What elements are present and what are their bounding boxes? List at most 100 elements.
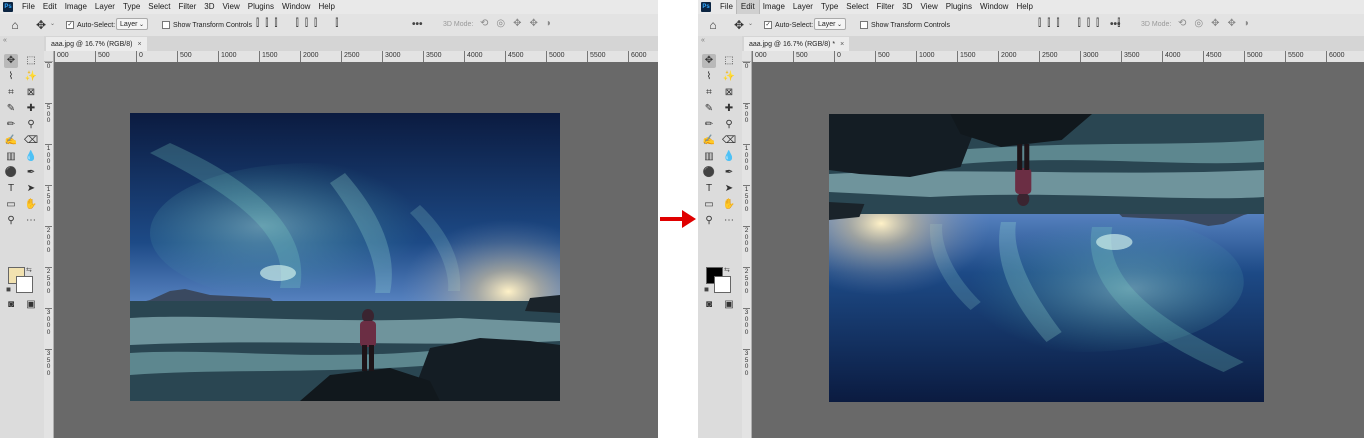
hand-icon[interactable]: ✋ <box>24 198 38 212</box>
crop-icon[interactable]: ⌗ <box>4 86 18 100</box>
move-tool-icon[interactable]: ✥ <box>732 18 746 32</box>
document-tab[interactable]: aaa.jpg @ 16.7% (RGB/8) × <box>46 37 147 51</box>
vertical-ruler[interactable]: 0 500 1000 1500 2000 2500 3000 3500 <box>742 62 752 438</box>
background-color-swatch[interactable] <box>16 276 33 293</box>
gradient-icon[interactable]: ▥ <box>4 150 18 164</box>
screen-mode-icon[interactable]: ▣ <box>24 298 38 312</box>
marquee-icon[interactable]: ⬚ <box>24 54 38 68</box>
toolbox-grip-icon[interactable]: « <box>3 37 7 44</box>
more-options-button[interactable]: ••• <box>412 19 423 30</box>
layer-select-dropdown[interactable]: Layer ⌄ <box>116 18 148 30</box>
close-icon[interactable]: × <box>137 41 141 48</box>
brush-icon[interactable]: ✏ <box>702 118 716 132</box>
clone-stamp-icon[interactable]: ⚲ <box>24 118 38 132</box>
menu-filter[interactable]: Filter <box>873 0 899 14</box>
3d-pan-icon[interactable]: ✥ <box>1211 18 1219 29</box>
quick-mask-icon[interactable]: ◙ <box>702 298 716 312</box>
pen-icon[interactable]: ✒ <box>722 166 736 180</box>
path-select-icon[interactable]: ➤ <box>24 182 38 196</box>
distribute-icon[interactable]: ⫿ <box>335 18 338 29</box>
frame-icon[interactable]: ⊠ <box>722 86 736 100</box>
align-middle-icon[interactable]: ⫿ <box>305 18 308 29</box>
magic-wand-icon[interactable]: ✨ <box>24 70 38 84</box>
aurora-photo-rotated[interactable] <box>829 114 1264 402</box>
history-brush-icon[interactable]: ✍ <box>702 134 716 148</box>
menu-type[interactable]: Type <box>119 0 144 14</box>
3d-slide-icon[interactable]: ✥ <box>1228 18 1236 29</box>
menu-view[interactable]: View <box>917 0 942 14</box>
align-bottom-icon[interactable]: ⫿ <box>1096 18 1099 29</box>
brush-icon[interactable]: ✏ <box>4 118 18 132</box>
align-top-icon[interactable]: ⫿ <box>1078 18 1081 29</box>
aurora-photo-original[interactable] <box>130 113 560 401</box>
menu-plugins[interactable]: Plugins <box>942 0 976 14</box>
align-center-icon[interactable]: ⫿ <box>1047 18 1050 29</box>
3d-scale-icon[interactable]: ◗ <box>1244 18 1250 29</box>
ruler-origin[interactable] <box>44 51 54 62</box>
menu-file[interactable]: File <box>716 0 737 14</box>
3d-orbit-icon[interactable]: ⟲ <box>1178 18 1186 29</box>
menu-3d[interactable]: 3D <box>898 0 916 14</box>
align-bottom-icon[interactable]: ⫿ <box>314 18 317 29</box>
clone-stamp-icon[interactable]: ⚲ <box>722 118 736 132</box>
checkbox-unchecked-icon[interactable] <box>860 21 868 29</box>
lasso-icon[interactable]: ⌇ <box>702 70 716 84</box>
3d-roll-icon[interactable]: ◎ <box>496 18 505 29</box>
layer-select-dropdown[interactable]: Layer ⌄ <box>814 18 846 30</box>
menu-window[interactable]: Window <box>278 0 314 14</box>
menu-window[interactable]: Window <box>976 0 1012 14</box>
menu-edit[interactable]: Edit <box>735 0 760 15</box>
3d-slide-icon[interactable]: ✥ <box>530 18 538 29</box>
move-icon[interactable]: ✥ <box>702 54 716 68</box>
vertical-ruler[interactable]: 0 500 1000 1500 2000 2500 3000 3500 <box>44 62 54 438</box>
more-options-button[interactable]: ••• <box>1110 19 1121 30</box>
auto-select-checkbox[interactable]: ✓ Auto-Select: <box>764 21 813 29</box>
background-color-swatch[interactable] <box>714 276 731 293</box>
menu-layer[interactable]: Layer <box>91 0 119 14</box>
show-transform-checkbox[interactable]: Show Transform Controls <box>162 21 252 29</box>
menu-filter[interactable]: Filter <box>175 0 201 14</box>
magic-wand-icon[interactable]: ✨ <box>722 70 736 84</box>
default-colors-icon[interactable]: ◼ <box>6 286 11 293</box>
marquee-icon[interactable]: ⬚ <box>722 54 736 68</box>
move-tool-icon[interactable]: ✥ <box>34 18 48 32</box>
checkbox-checked-icon[interactable]: ✓ <box>764 21 772 29</box>
menu-image[interactable]: Image <box>759 0 789 14</box>
home-icon[interactable]: ⌂ <box>8 18 22 32</box>
menu-plugins[interactable]: Plugins <box>244 0 278 14</box>
dodge-icon[interactable]: ⚫ <box>4 166 18 180</box>
gradient-icon[interactable]: ▥ <box>702 150 716 164</box>
chevron-down-icon[interactable]: ⌄ <box>50 20 55 27</box>
default-colors-icon[interactable]: ◼ <box>704 286 709 293</box>
menu-image[interactable]: Image <box>61 0 91 14</box>
align-right-icon[interactable]: ⫿ <box>274 18 277 29</box>
chevron-down-icon[interactable]: ⌄ <box>748 20 753 27</box>
align-middle-icon[interactable]: ⫿ <box>1087 18 1090 29</box>
frame-icon[interactable]: ⊠ <box>24 86 38 100</box>
more-tools-icon[interactable]: ⋯ <box>24 214 38 228</box>
history-brush-icon[interactable]: ✍ <box>4 134 18 148</box>
show-transform-checkbox[interactable]: Show Transform Controls <box>860 21 950 29</box>
type-icon[interactable]: T <box>702 182 716 196</box>
menu-help[interactable]: Help <box>1012 0 1036 14</box>
3d-roll-icon[interactable]: ◎ <box>1194 18 1203 29</box>
menu-view[interactable]: View <box>219 0 244 14</box>
menu-file[interactable]: File <box>18 0 39 14</box>
eyedropper-icon[interactable]: ✎ <box>4 102 18 116</box>
eyedropper-icon[interactable]: ✎ <box>702 102 716 116</box>
toolbox-grip-icon[interactable]: « <box>701 37 705 44</box>
eraser-icon[interactable]: ⌫ <box>24 134 38 148</box>
move-icon[interactable]: ✥ <box>4 54 18 68</box>
dodge-icon[interactable]: ⚫ <box>702 166 716 180</box>
more-tools-icon[interactable]: ⋯ <box>722 214 736 228</box>
checkbox-checked-icon[interactable]: ✓ <box>66 21 74 29</box>
menu-select[interactable]: Select <box>144 0 174 14</box>
menu-layer[interactable]: Layer <box>789 0 817 14</box>
auto-select-checkbox[interactable]: ✓ Auto-Select: <box>66 21 115 29</box>
screen-mode-icon[interactable]: ▣ <box>722 298 736 312</box>
menu-3d[interactable]: 3D <box>200 0 218 14</box>
swap-colors-icon[interactable]: ⇆ <box>26 266 32 274</box>
eraser-icon[interactable]: ⌫ <box>722 134 736 148</box>
path-select-icon[interactable]: ➤ <box>722 182 736 196</box>
menu-select[interactable]: Select <box>842 0 872 14</box>
